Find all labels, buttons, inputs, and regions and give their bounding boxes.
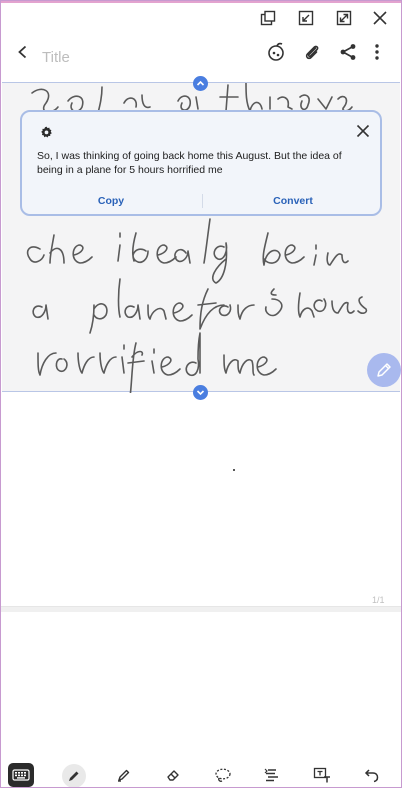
ink-dot: [233, 469, 235, 471]
copy-button[interactable]: Copy: [51, 192, 171, 210]
recognized-text: So, I was thinking of going back home th…: [37, 150, 342, 176]
keyboard-icon[interactable]: [8, 763, 34, 787]
color-palette-icon[interactable]: [265, 41, 287, 63]
back-icon[interactable]: [12, 41, 34, 63]
close-icon[interactable]: [370, 8, 390, 28]
text-box-icon[interactable]: [309, 763, 335, 787]
share-icon[interactable]: [337, 41, 359, 63]
note-header: [0, 36, 402, 78]
title-input[interactable]: [42, 44, 222, 70]
undo-icon[interactable]: [359, 763, 385, 787]
convert-button[interactable]: Convert: [233, 192, 353, 210]
maximize-icon[interactable]: [334, 8, 354, 28]
pen-settings-button[interactable]: [367, 353, 401, 387]
attach-icon[interactable]: [301, 41, 323, 63]
pen-icon[interactable]: [62, 764, 86, 788]
page-indicator: 1/1: [372, 595, 385, 605]
collapse-handle-top[interactable]: [193, 76, 208, 91]
window-controls: [0, 0, 402, 36]
bottom-toolbar: [0, 760, 402, 788]
pop-out-icon[interactable]: [258, 8, 278, 28]
page-separator: [0, 606, 402, 612]
text-style-icon[interactable]: [259, 763, 285, 787]
popup-close-icon[interactable]: [356, 124, 372, 140]
expand-handle-bottom[interactable]: [193, 385, 208, 400]
minimize-icon[interactable]: [296, 8, 316, 28]
popup-divider: [202, 194, 203, 208]
highlighter-icon[interactable]: [111, 763, 137, 787]
more-icon[interactable]: [366, 41, 388, 63]
settings-icon[interactable]: [40, 126, 54, 140]
pen-fab-icon: [377, 363, 391, 377]
handwriting-conversion-popup: So, I was thinking of going back home th…: [20, 110, 382, 216]
lasso-icon[interactable]: [210, 763, 236, 787]
eraser-icon[interactable]: [160, 763, 186, 787]
top-accent-strip: [0, 0, 402, 3]
